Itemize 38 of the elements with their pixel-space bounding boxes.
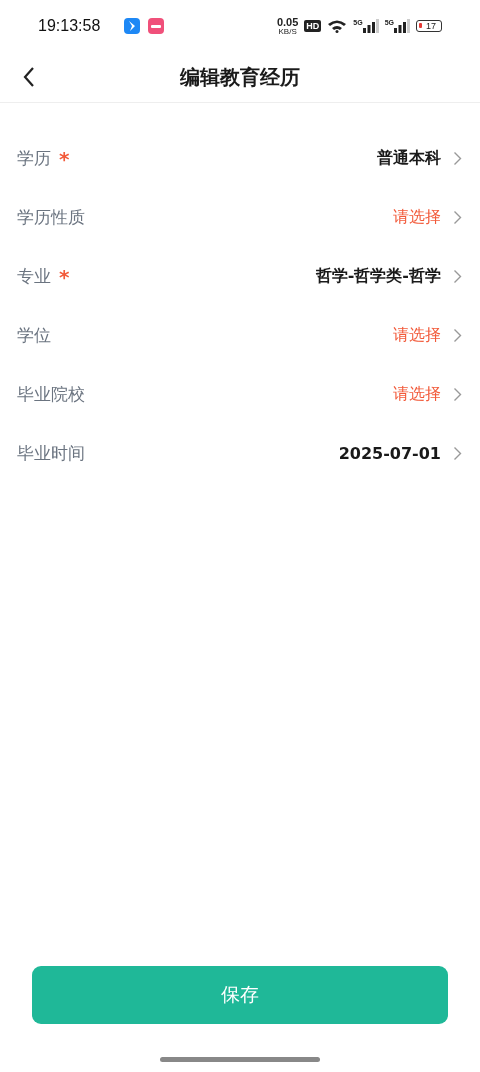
chevron-right-icon xyxy=(453,387,462,402)
field-label: 专业 xyxy=(17,265,51,288)
field-label: 毕业时间 xyxy=(17,442,85,465)
signal-icon xyxy=(394,19,410,33)
field-label: 毕业院校 xyxy=(17,383,85,406)
chevron-right-icon xyxy=(453,269,462,284)
app-icon xyxy=(148,18,165,34)
status-time: 19:13:58 xyxy=(38,17,101,35)
form-row[interactable]: 学历性质 请选择 xyxy=(0,188,480,247)
field-value: 2025-07-01 xyxy=(338,444,441,463)
hd-badge: HD xyxy=(304,20,322,32)
page-title: 编辑教育经历 xyxy=(180,63,300,91)
network-speed: 0.05 xyxy=(276,16,299,28)
form-row[interactable]: 专业 * 哲学-哲学类-哲学 xyxy=(0,247,480,306)
chevron-right-icon xyxy=(453,210,462,225)
select-prompt: 请选择 xyxy=(393,207,441,228)
chevron-right-icon xyxy=(453,151,462,166)
select-prompt: 请选择 xyxy=(393,325,441,346)
chevron-right-icon xyxy=(453,446,462,461)
form-row[interactable]: 学历 * 普通本科 xyxy=(0,129,480,188)
required-mark: * xyxy=(59,264,70,289)
chevron-right-icon xyxy=(453,328,462,343)
select-prompt: 请选择 xyxy=(393,384,441,405)
required-mark: * xyxy=(59,146,70,171)
field-value: 普通本科 xyxy=(377,148,441,169)
signal-icon xyxy=(362,19,379,33)
form-row[interactable]: 学位 请选择 xyxy=(0,306,480,365)
field-label: 学位 xyxy=(17,324,51,347)
app-icon xyxy=(124,18,141,34)
field-label: 学历 xyxy=(17,147,51,170)
network-speed-unit: KB/S xyxy=(278,27,297,36)
field-label: 学历性质 xyxy=(17,206,85,229)
form-row[interactable]: 毕业院校 请选择 xyxy=(0,365,480,424)
wifi-icon xyxy=(327,19,348,33)
field-value: 哲学-哲学类-哲学 xyxy=(315,266,441,287)
battery-level: 17 xyxy=(426,21,436,31)
form-row[interactable]: 毕业时间 2025-07-01 xyxy=(0,424,480,483)
back-icon xyxy=(22,66,36,88)
